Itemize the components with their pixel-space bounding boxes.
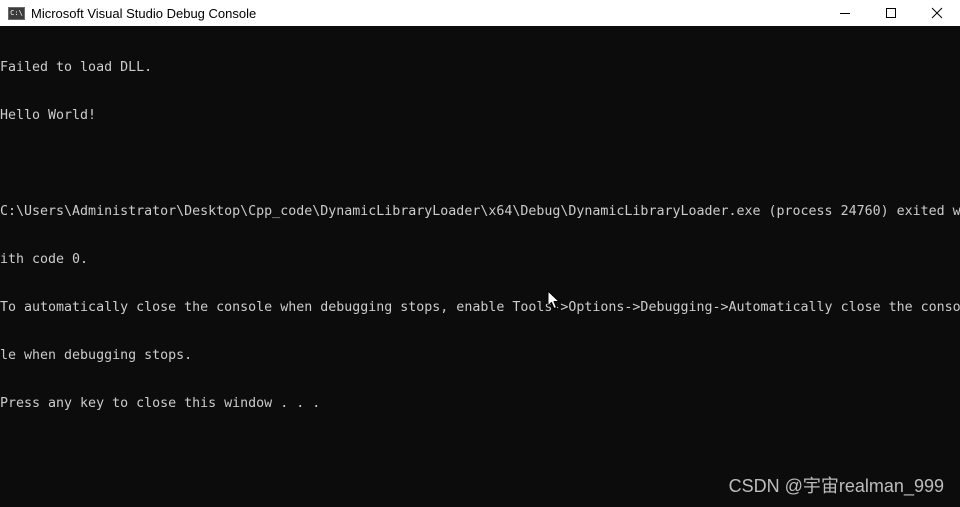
console-line: Hello World! xyxy=(0,108,97,123)
console-app-icon: C:\ xyxy=(8,6,25,20)
title-bar[interactable]: C:\ Microsoft Visual Studio Debug Consol… xyxy=(0,0,960,26)
mouse-pointer-icon xyxy=(547,290,560,309)
window-title: Microsoft Visual Studio Debug Console xyxy=(31,5,257,21)
console-line: Press any key to close this window . . . xyxy=(0,396,321,411)
maximize-button[interactable] xyxy=(868,0,914,26)
close-button[interactable] xyxy=(914,0,960,26)
console-line: Failed to load DLL. xyxy=(0,60,153,75)
console-line: C:\Users\Administrator\Desktop\Cpp_code\… xyxy=(0,204,960,219)
csdn-watermark: CSDN @宇宙realman_999 xyxy=(728,476,944,496)
debug-console-window: C:\ Microsoft Visual Studio Debug Consol… xyxy=(0,0,960,507)
console-output[interactable]: Failed to load DLL. Hello World! C:\User… xyxy=(0,28,960,507)
console-line: ith code 0. xyxy=(0,252,89,267)
maximize-icon xyxy=(886,8,896,18)
close-icon xyxy=(931,7,943,19)
console-line: To automatically close the console when … xyxy=(0,300,960,315)
window-controls xyxy=(822,0,960,26)
minimize-button[interactable] xyxy=(822,0,868,26)
minimize-icon xyxy=(840,13,850,14)
console-line: le when debugging stops. xyxy=(0,348,193,363)
